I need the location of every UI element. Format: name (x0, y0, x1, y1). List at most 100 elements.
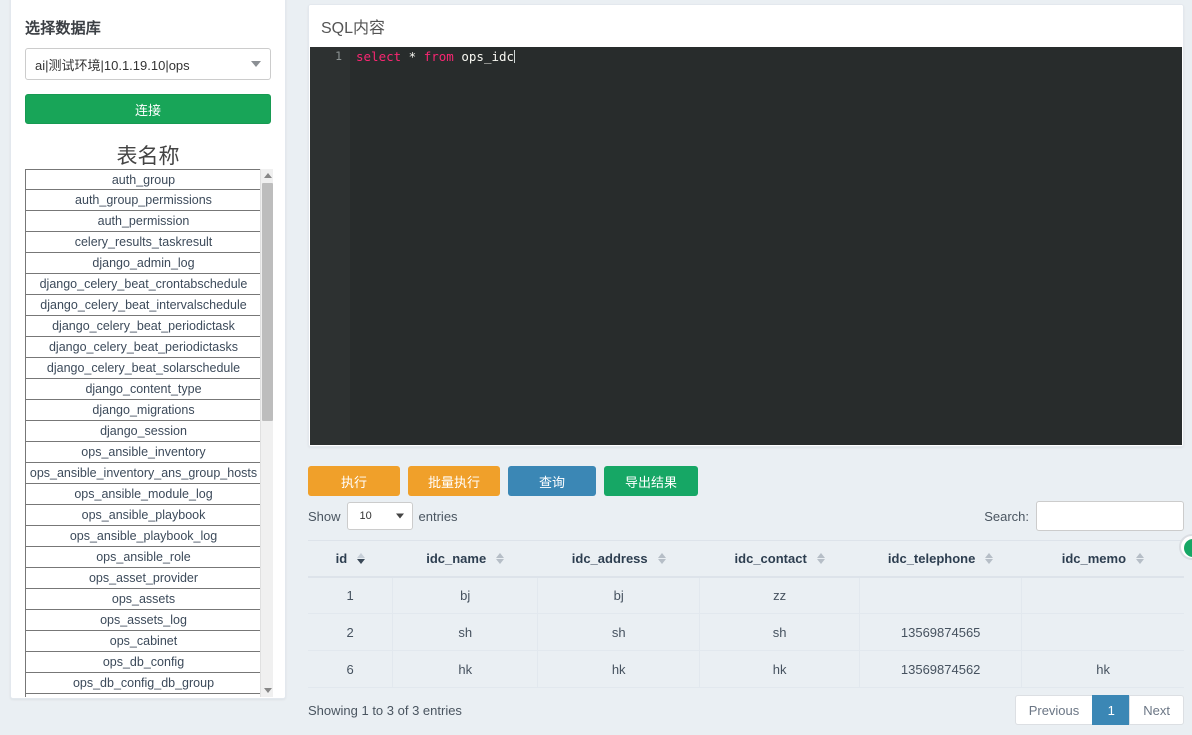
column-header-idc_telephone[interactable]: idc_telephone (859, 540, 1022, 578)
table-cell: sh (392, 613, 539, 651)
table-list-item[interactable]: ops_db_config_db_list (26, 694, 261, 697)
table-list-item[interactable]: ops_ansible_inventory_ans_group_hosts (26, 463, 261, 484)
table-cell: hk (699, 650, 861, 688)
results-table-head: id idc_name idc_address idc_contact idc_tele… (308, 540, 1184, 578)
scrollbar-thumb[interactable] (262, 183, 273, 421)
column-header-id[interactable]: id (308, 540, 393, 578)
table-list-item[interactable]: ops_ansible_module_log (26, 484, 261, 505)
search-label: Search: (984, 508, 1029, 524)
database-panel: 选择数据库 ai|测试环境|10.1.19.10|ops 连接 表名称 auth… (10, 0, 286, 699)
results-footer: Showing 1 to 3 of 3 entries Previous 1 N… (308, 695, 1184, 725)
export-result-button[interactable]: 导出结果 (604, 466, 698, 496)
table-cell: 2 (308, 613, 394, 651)
results-header-row: id idc_name idc_address idc_contact idc_tele… (308, 540, 1184, 578)
database-select[interactable]: ai|测试环境|10.1.19.10|ops (25, 48, 271, 80)
table-cell: 6 (308, 650, 394, 688)
connect-button[interactable]: 连接 (25, 94, 271, 124)
page-length-value: 10 (359, 510, 372, 522)
table-row[interactable]: 6 hk hk hk 13569874562 hk (308, 650, 1184, 688)
table-cell (1021, 613, 1184, 651)
pagination-next[interactable]: Next (1129, 695, 1184, 725)
sql-keyword-from: from (423, 49, 454, 64)
execute-button[interactable]: 执行 (308, 466, 400, 496)
table-list-item[interactable]: django_session (26, 421, 261, 442)
text-cursor (514, 50, 516, 63)
table-list-item[interactable]: django_celery_beat_solarschedule (26, 358, 261, 379)
table-list-item[interactable]: django_celery_beat_intervalschedule (26, 295, 261, 316)
column-header-label: idc_address (571, 550, 648, 566)
table-list-item[interactable]: ops_asset_provider (26, 568, 261, 589)
code-line-1: select * from ops_idc (356, 47, 1182, 66)
column-header-idc_memo[interactable]: idc_memo (1021, 540, 1184, 578)
table-list-item[interactable]: django_celery_beat_crontabschedule (26, 274, 261, 295)
table-cell (859, 576, 1023, 614)
column-header-label: idc_contact (734, 550, 807, 566)
table-list-title: 表名称 (116, 145, 180, 168)
table-row[interactable]: 2 sh sh sh 13569874565 (308, 613, 1184, 651)
table-list-item[interactable]: ops_ansible_inventory (26, 442, 261, 463)
table-list-item[interactable]: django_admin_log (26, 253, 261, 274)
scroll-down-icon[interactable] (261, 684, 273, 697)
editor-code-area[interactable]: select * from ops_idc (350, 47, 1182, 445)
table-list-item[interactable]: auth_group (26, 169, 261, 190)
table-list-item[interactable]: django_celery_beat_periodictask (26, 316, 261, 337)
table-list-item[interactable]: auth_permission (26, 211, 261, 232)
batch-execute-button[interactable]: 批量执行 (408, 466, 500, 496)
editor-gutter: 1 (310, 47, 350, 445)
table-list-item[interactable]: celery_results_taskresult (26, 232, 261, 253)
search-group: Search: (984, 501, 1184, 531)
results-panel: Show 10 entries Search: id idc_name idc_ad… (308, 500, 1184, 735)
table-list-item[interactable]: ops_assets_log (26, 610, 261, 631)
table-cell: bj (537, 576, 701, 614)
table-list-item[interactable]: django_migrations (26, 400, 261, 421)
table-list-item[interactable]: ops_ansible_playbook (26, 505, 261, 526)
column-header-label: idc_telephone (887, 550, 976, 566)
sort-icon (985, 552, 994, 564)
column-header-idc_name[interactable]: idc_name (392, 540, 538, 578)
table-list-item[interactable]: ops_assets (26, 589, 261, 610)
table-cell: bj (392, 576, 539, 614)
scroll-up-icon[interactable] (261, 169, 273, 182)
table-list-item[interactable]: ops_ansible_playbook_log (26, 526, 261, 547)
table-cell: hk (1021, 650, 1184, 688)
table-cell: 1 (308, 576, 394, 614)
sort-icon (1136, 552, 1145, 564)
database-panel-body: 选择数据库 ai|测试环境|10.1.19.10|ops 连接 表名称 (11, 0, 285, 170)
table-list-item[interactable]: ops_db_config (26, 652, 261, 673)
table-list-scrollbar[interactable] (260, 169, 273, 697)
column-header-label: idc_name (426, 550, 487, 566)
results-toolbar: Show 10 entries Search: (308, 500, 1184, 532)
results-info: Showing 1 to 3 of 3 entries (308, 702, 462, 718)
results-table-body: 1 bj bj zz 2 sh sh sh 13569874565 6 hk hk hk 13569874… (308, 576, 1184, 688)
table-cell: hk (537, 650, 701, 688)
page-length-select[interactable]: 10 (346, 502, 413, 530)
sql-table-name: ops_idc (453, 49, 515, 64)
column-header-idc_contact[interactable]: idc_contact (699, 540, 860, 578)
chevron-down-icon (395, 513, 404, 519)
sort-icon (496, 552, 505, 564)
table-list-container: auth_group auth_group_permissions auth_per… (25, 169, 273, 697)
results-table: id idc_name idc_address idc_contact idc_tele… (308, 540, 1184, 688)
table-list-item[interactable]: django_celery_beat_periodictasks (26, 337, 261, 358)
pagination: Previous 1 Next (1014, 695, 1184, 725)
action-button-bar: 执行 批量执行 查询 导出结果 (308, 466, 698, 496)
query-button[interactable]: 查询 (508, 466, 596, 496)
sort-icon (657, 552, 666, 564)
table-row[interactable]: 1 bj bj zz (308, 576, 1184, 614)
sql-panel-title: SQL内容 (309, 5, 1183, 46)
table-list-item[interactable]: ops_db_config_db_group (26, 673, 261, 694)
search-input[interactable] (1036, 501, 1184, 531)
pagination-previous[interactable]: Previous (1014, 695, 1094, 725)
table-list-item[interactable]: django_content_type (26, 379, 261, 400)
pagination-page-1[interactable]: 1 (1092, 695, 1131, 725)
sort-icon (816, 552, 825, 564)
table-list[interactable]: auth_group auth_group_permissions auth_per… (25, 169, 262, 697)
table-list-item[interactable]: ops_ansible_role (26, 547, 261, 568)
table-list-item[interactable]: ops_cabinet (26, 631, 261, 652)
sql-editor[interactable]: 1 select * from ops_idc (310, 47, 1182, 445)
column-header-label: id (335, 550, 348, 566)
column-header-idc_address[interactable]: idc_address (537, 540, 700, 578)
select-database-label: 选择数据库 (25, 20, 102, 37)
table-list-item[interactable]: auth_group_permissions (26, 190, 261, 211)
show-label: Show (308, 508, 341, 524)
